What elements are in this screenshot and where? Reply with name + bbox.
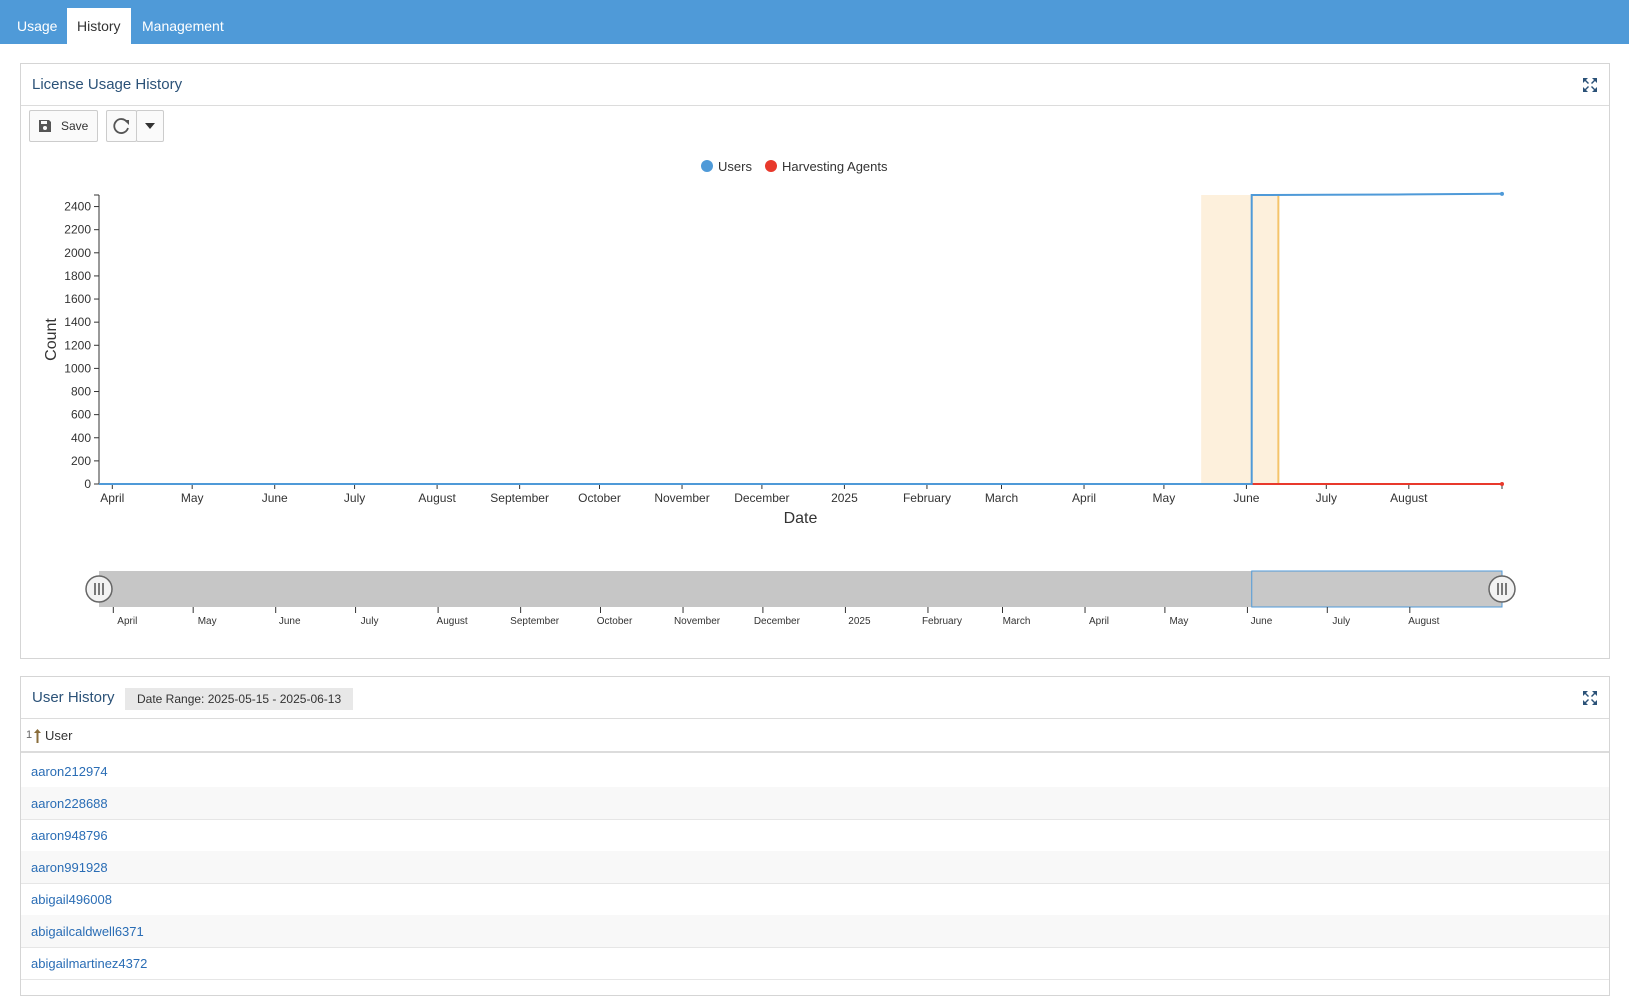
user-link[interactable]: aaron948796 (31, 828, 108, 843)
navigator-tick-label: June (279, 616, 301, 627)
column-header-label: User (45, 728, 73, 743)
x-tick-label: February (903, 491, 951, 505)
tab-usage[interactable]: Usage (7, 8, 67, 44)
license-usage-panel: License Usage History Save Users Harvesti… (20, 63, 1610, 659)
table-row: aaron212974 (21, 755, 1609, 788)
y-tick-label: 2200 (64, 223, 91, 237)
legend-marker (701, 160, 713, 172)
x-tick-label: August (418, 491, 456, 505)
table-row: aaron948796 (21, 819, 1609, 852)
x-tick-label: April (100, 491, 124, 505)
navigator-tick-label: August (1408, 616, 1439, 627)
panel-title: User History (32, 689, 115, 706)
navigator-tick-label: April (1089, 616, 1109, 627)
license-history-chart[interactable]: Users Harvesting Agents 0 200 400 600 800 1000… (20, 63, 1610, 657)
navigator-tick-label: July (361, 616, 379, 627)
user-link[interactable]: aaron991928 (31, 860, 108, 875)
x-tick-label: May (181, 491, 204, 505)
y-tick-label: 200 (71, 454, 91, 468)
navigator-tick-label: May (198, 616, 217, 627)
table-row: abigailmartinez4372 (21, 947, 1609, 980)
y-tick-label: 2000 (64, 246, 91, 260)
table-row: abigail496008 (21, 883, 1609, 916)
legend-item-1[interactable]: Harvesting Agents (765, 159, 888, 174)
navigator-tick-label: March (1003, 616, 1031, 627)
legend-item-0[interactable]: Users (701, 159, 752, 174)
y-tick-label: 600 (71, 408, 91, 422)
navigator-tick-label: August (437, 616, 468, 627)
navigator-tick-label: October (597, 616, 633, 627)
navigator-tick-label: February (922, 616, 962, 627)
top-nav: Usage History Management (0, 0, 1629, 44)
x-axis-title: Date (784, 510, 818, 527)
sort-order-number: 1 (26, 729, 33, 741)
table-row: aaron228688 (21, 787, 1609, 820)
table-row: aaron991928 (21, 851, 1609, 884)
y-tick-label: 400 (71, 431, 91, 445)
x-tick-label: July (1316, 491, 1337, 505)
y-tick-label: 1800 (64, 269, 91, 283)
navigator-right-handle[interactable] (1488, 575, 1516, 603)
legend-label: Harvesting Agents (782, 159, 888, 174)
y-axis-title: Count (43, 318, 60, 361)
x-tick-label: June (262, 491, 288, 505)
navigator-tick-label: May (1169, 616, 1188, 627)
panel-header: User History Date Range: 2025-05-15 - 20… (21, 677, 1609, 719)
tab-management[interactable]: Management (132, 8, 234, 44)
x-tick-label: November (654, 491, 709, 505)
date-range-badge: Date Range: 2025-05-15 - 2025-06-13 (125, 688, 354, 710)
x-tick-label: May (1153, 491, 1176, 505)
navigator-tick-label: April (117, 616, 137, 627)
navigator-tick-label: June (1251, 616, 1273, 627)
selected-date-range (1201, 195, 1279, 484)
y-tick-label: 1200 (64, 338, 91, 352)
navigator-tick-label: September (510, 616, 560, 627)
navigator-left-handle[interactable] (85, 575, 113, 603)
expand-icon[interactable] (1581, 689, 1599, 707)
user-link[interactable]: abigailcaldwell6371 (31, 924, 144, 939)
series-end-point (1500, 482, 1504, 486)
x-tick-label: July (344, 491, 365, 505)
legend-label: Users (718, 159, 752, 174)
navigator-tick-label: 2025 (848, 616, 871, 627)
legend-marker (765, 160, 777, 172)
x-tick-label: March (985, 491, 1018, 505)
y-tick-label: 1000 (64, 361, 91, 375)
user-link[interactable]: abigailmartinez4372 (31, 956, 147, 971)
user-history-panel: User History Date Range: 2025-05-15 - 20… (20, 676, 1610, 996)
user-link[interactable]: aaron228688 (31, 796, 108, 811)
y-tick-label: 800 (71, 385, 91, 399)
sort-ascending-icon (34, 729, 41, 743)
series-line-users (99, 192, 1503, 485)
x-tick-label: September (490, 491, 549, 505)
x-tick-label: 2025 (831, 491, 858, 505)
y-tick-label: 1600 (64, 292, 91, 306)
navigator-selection (1251, 570, 1503, 608)
x-tick-label: August (1390, 491, 1428, 505)
x-tick-label: October (578, 491, 621, 505)
y-tick-label: 0 (84, 477, 91, 491)
user-column-header[interactable]: 1 User (21, 720, 1609, 753)
user-link[interactable]: abigail496008 (31, 892, 112, 907)
user-link[interactable]: aaron212974 (31, 764, 108, 779)
y-tick-label: 2400 (64, 200, 91, 214)
navigator-tick-label: July (1332, 616, 1350, 627)
x-tick-label: June (1233, 491, 1259, 505)
x-tick-label: December (734, 491, 789, 505)
tab-history[interactable]: History (67, 8, 131, 44)
series-end-point (1500, 191, 1504, 196)
navigator-tick-label: December (754, 616, 801, 627)
y-tick-label: 1400 (64, 315, 91, 329)
x-tick-label: April (1072, 491, 1096, 505)
navigator-tick-label: November (674, 616, 721, 627)
table-row: abigailcaldwell6371 (21, 915, 1609, 948)
